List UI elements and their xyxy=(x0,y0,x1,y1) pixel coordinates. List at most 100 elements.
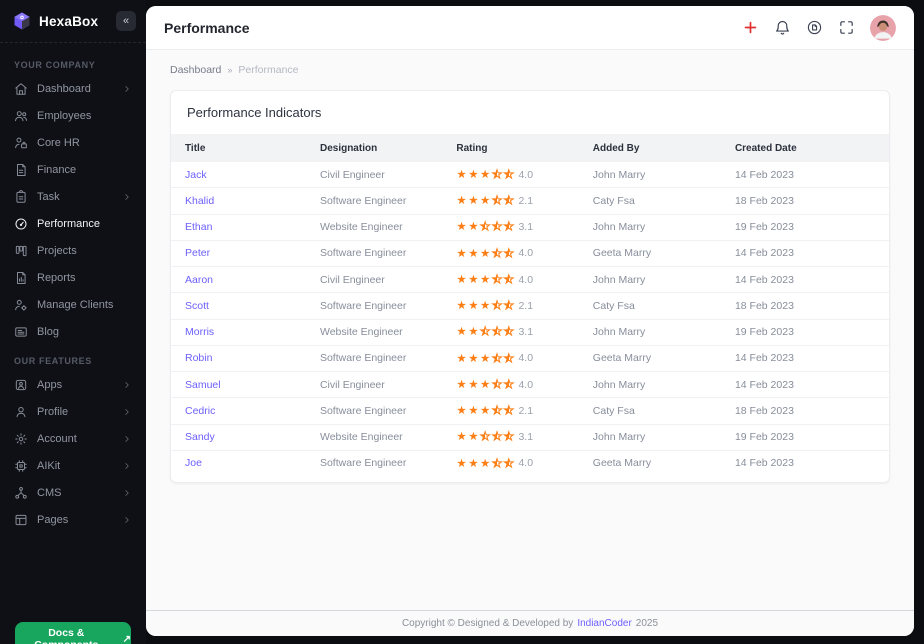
sidebar-item-label: Pages xyxy=(37,513,69,526)
rating-value: 3.1 xyxy=(518,431,534,443)
table-row: JackCivil Engineer★★★★★★★4.0John Marry14… xyxy=(171,162,889,188)
invoice-icon xyxy=(14,163,28,177)
sidebar-item-apps[interactable]: Apps xyxy=(0,371,146,398)
sidebar-collapse-button[interactable]: « xyxy=(116,11,136,31)
star-half-icon: ★★ xyxy=(491,193,503,207)
employee-name-link[interactable]: Robin xyxy=(185,352,212,364)
star-half-icon: ★★ xyxy=(491,219,503,234)
rating: ★★★★★★★★3.1 xyxy=(456,219,533,234)
column-header-rating: Rating xyxy=(442,134,579,162)
star-half-icon: ★★ xyxy=(491,298,503,312)
employee-name-link[interactable]: Aaron xyxy=(185,274,213,286)
table-row: SandyWebsite Engineer★★★★★★★★3.1John Mar… xyxy=(171,423,889,451)
added-by-cell: John Marry xyxy=(578,423,721,451)
user-avatar[interactable] xyxy=(870,14,896,41)
docs-components-button[interactable]: Docs & Components ↗ xyxy=(15,622,131,644)
footer-link[interactable]: IndianCoder xyxy=(577,618,631,629)
employee-name-link[interactable]: Joe xyxy=(185,457,202,469)
sidebar-section-label: YOUR COMPANY xyxy=(14,60,96,70)
star-full-icon: ★ xyxy=(456,298,467,312)
star-half-icon: ★★ xyxy=(491,324,503,339)
sidebar-item-label: Projects xyxy=(37,244,77,257)
employee-name-link[interactable]: Morris xyxy=(185,326,214,338)
star-full-icon: ★ xyxy=(468,245,479,260)
created-date-cell: 14 Feb 2023 xyxy=(720,370,889,398)
sidebar-section-label: OUR FEATURES xyxy=(14,356,92,366)
star-full-icon: ★ xyxy=(468,219,479,234)
table-row: CedricSoftware Engineer★★★★★★★2.1Caty Fs… xyxy=(171,397,889,424)
employee-name-link[interactable]: Scott xyxy=(185,300,209,312)
star-full-icon: ★ xyxy=(468,271,479,286)
bell-icon[interactable] xyxy=(774,19,791,36)
chevron-right-icon xyxy=(122,434,132,444)
star-full-icon: ★ xyxy=(456,455,467,470)
sidebar-item-employees[interactable]: Employees xyxy=(0,102,146,129)
sidebar-item-performance[interactable]: Performance xyxy=(0,210,146,237)
employee-name-link[interactable]: Jack xyxy=(185,169,207,181)
created-date-cell: 19 Feb 2023 xyxy=(720,318,889,346)
star-full-icon: ★ xyxy=(456,166,467,181)
designation-cell: Website Engineer xyxy=(305,318,443,346)
sidebar-item-aikit[interactable]: AIKit xyxy=(0,452,146,479)
star-full-icon: ★ xyxy=(480,271,491,286)
star-half-icon: ★★ xyxy=(503,455,514,470)
star-full-icon: ★ xyxy=(480,376,491,391)
created-date-cell: 14 Feb 2023 xyxy=(734,168,794,181)
breadcrumb-dashboard[interactable]: Dashboard xyxy=(170,64,221,76)
rating: ★★★★★★★4.0 xyxy=(456,455,533,470)
star-half-icon: ★★ xyxy=(491,429,503,444)
table-row: PeterSoftware Engineer★★★★★★★4.0Geeta Ma… xyxy=(171,239,889,267)
employee-name-link[interactable]: Cedric xyxy=(185,405,215,417)
star-full-icon: ★ xyxy=(456,245,467,260)
star-half-icon: ★★ xyxy=(503,403,514,417)
star-half-icon: ★★ xyxy=(491,376,503,391)
star-half-icon: ★★ xyxy=(503,429,514,444)
employee-name-link[interactable]: Peter xyxy=(185,247,210,259)
sidebar-item-dashboard[interactable]: Dashboard xyxy=(0,75,146,102)
app-user-icon xyxy=(14,378,28,392)
rating-value: 2.1 xyxy=(518,404,534,417)
employee-name-link[interactable]: Khalid xyxy=(185,195,214,207)
sidebar-item-core-hr[interactable]: Core HR xyxy=(0,129,146,156)
sidebar-item-label: Finance xyxy=(37,163,77,176)
cpu-icon xyxy=(14,459,28,473)
sidebar-item-account[interactable]: Account xyxy=(0,425,146,452)
employee-name-link[interactable]: Sandy xyxy=(185,431,215,443)
app-root: HexaBox « YOUR COMPANY Dashboard Employees… xyxy=(0,0,924,644)
add-icon[interactable] xyxy=(742,19,759,36)
star-full-icon: ★ xyxy=(480,455,491,470)
sidebar-item-finance[interactable]: Finance xyxy=(0,156,146,183)
chevron-right-icon xyxy=(122,461,132,471)
gear-icon xyxy=(14,432,28,446)
sidebar-item-task[interactable]: Task xyxy=(0,183,146,210)
employee-name-link[interactable]: Samuel xyxy=(185,379,221,391)
rating-value: 4.0 xyxy=(518,352,534,365)
user-icon xyxy=(14,405,28,419)
star-full-icon: ★ xyxy=(468,298,479,312)
sidebar-item-blog[interactable]: Blog xyxy=(0,318,146,345)
sitemap-icon xyxy=(14,486,28,500)
file-circle-icon[interactable] xyxy=(806,19,823,36)
rating-value: 4.0 xyxy=(518,168,534,181)
chevron-right-icon xyxy=(122,488,132,498)
sidebar-item-label: Task xyxy=(37,190,60,203)
rating: ★★★★★★★2.1 xyxy=(456,403,534,417)
star-full-icon: ★ xyxy=(456,429,467,444)
added-by-cell: Caty Fsa xyxy=(578,397,721,424)
sidebar-item-pages[interactable]: Pages xyxy=(0,506,146,533)
created-date-cell: 18 Feb 2023 xyxy=(720,397,889,424)
star-half-icon: ★★ xyxy=(491,245,503,260)
sidebar-item-cms[interactable]: CMS xyxy=(0,479,146,506)
sidebar-item-manage-clients[interactable]: Manage Clients xyxy=(0,291,146,318)
star-half-icon: ★★ xyxy=(479,429,491,444)
expand-icon[interactable] xyxy=(838,19,855,36)
employee-name-link[interactable]: Ethan xyxy=(185,221,212,233)
rating: ★★★★★★★4.0 xyxy=(456,376,533,391)
card-title: Performance Indicators xyxy=(187,105,322,120)
sidebar-item-reports[interactable]: Reports xyxy=(0,264,146,291)
star-half-icon: ★★ xyxy=(491,271,503,286)
created-date-cell: 14 Feb 2023 xyxy=(720,265,889,293)
sidebar-item-projects[interactable]: Projects xyxy=(0,237,146,264)
sidebar-item-profile[interactable]: Profile xyxy=(0,398,146,425)
designation-cell: Website Engineer xyxy=(305,213,443,241)
